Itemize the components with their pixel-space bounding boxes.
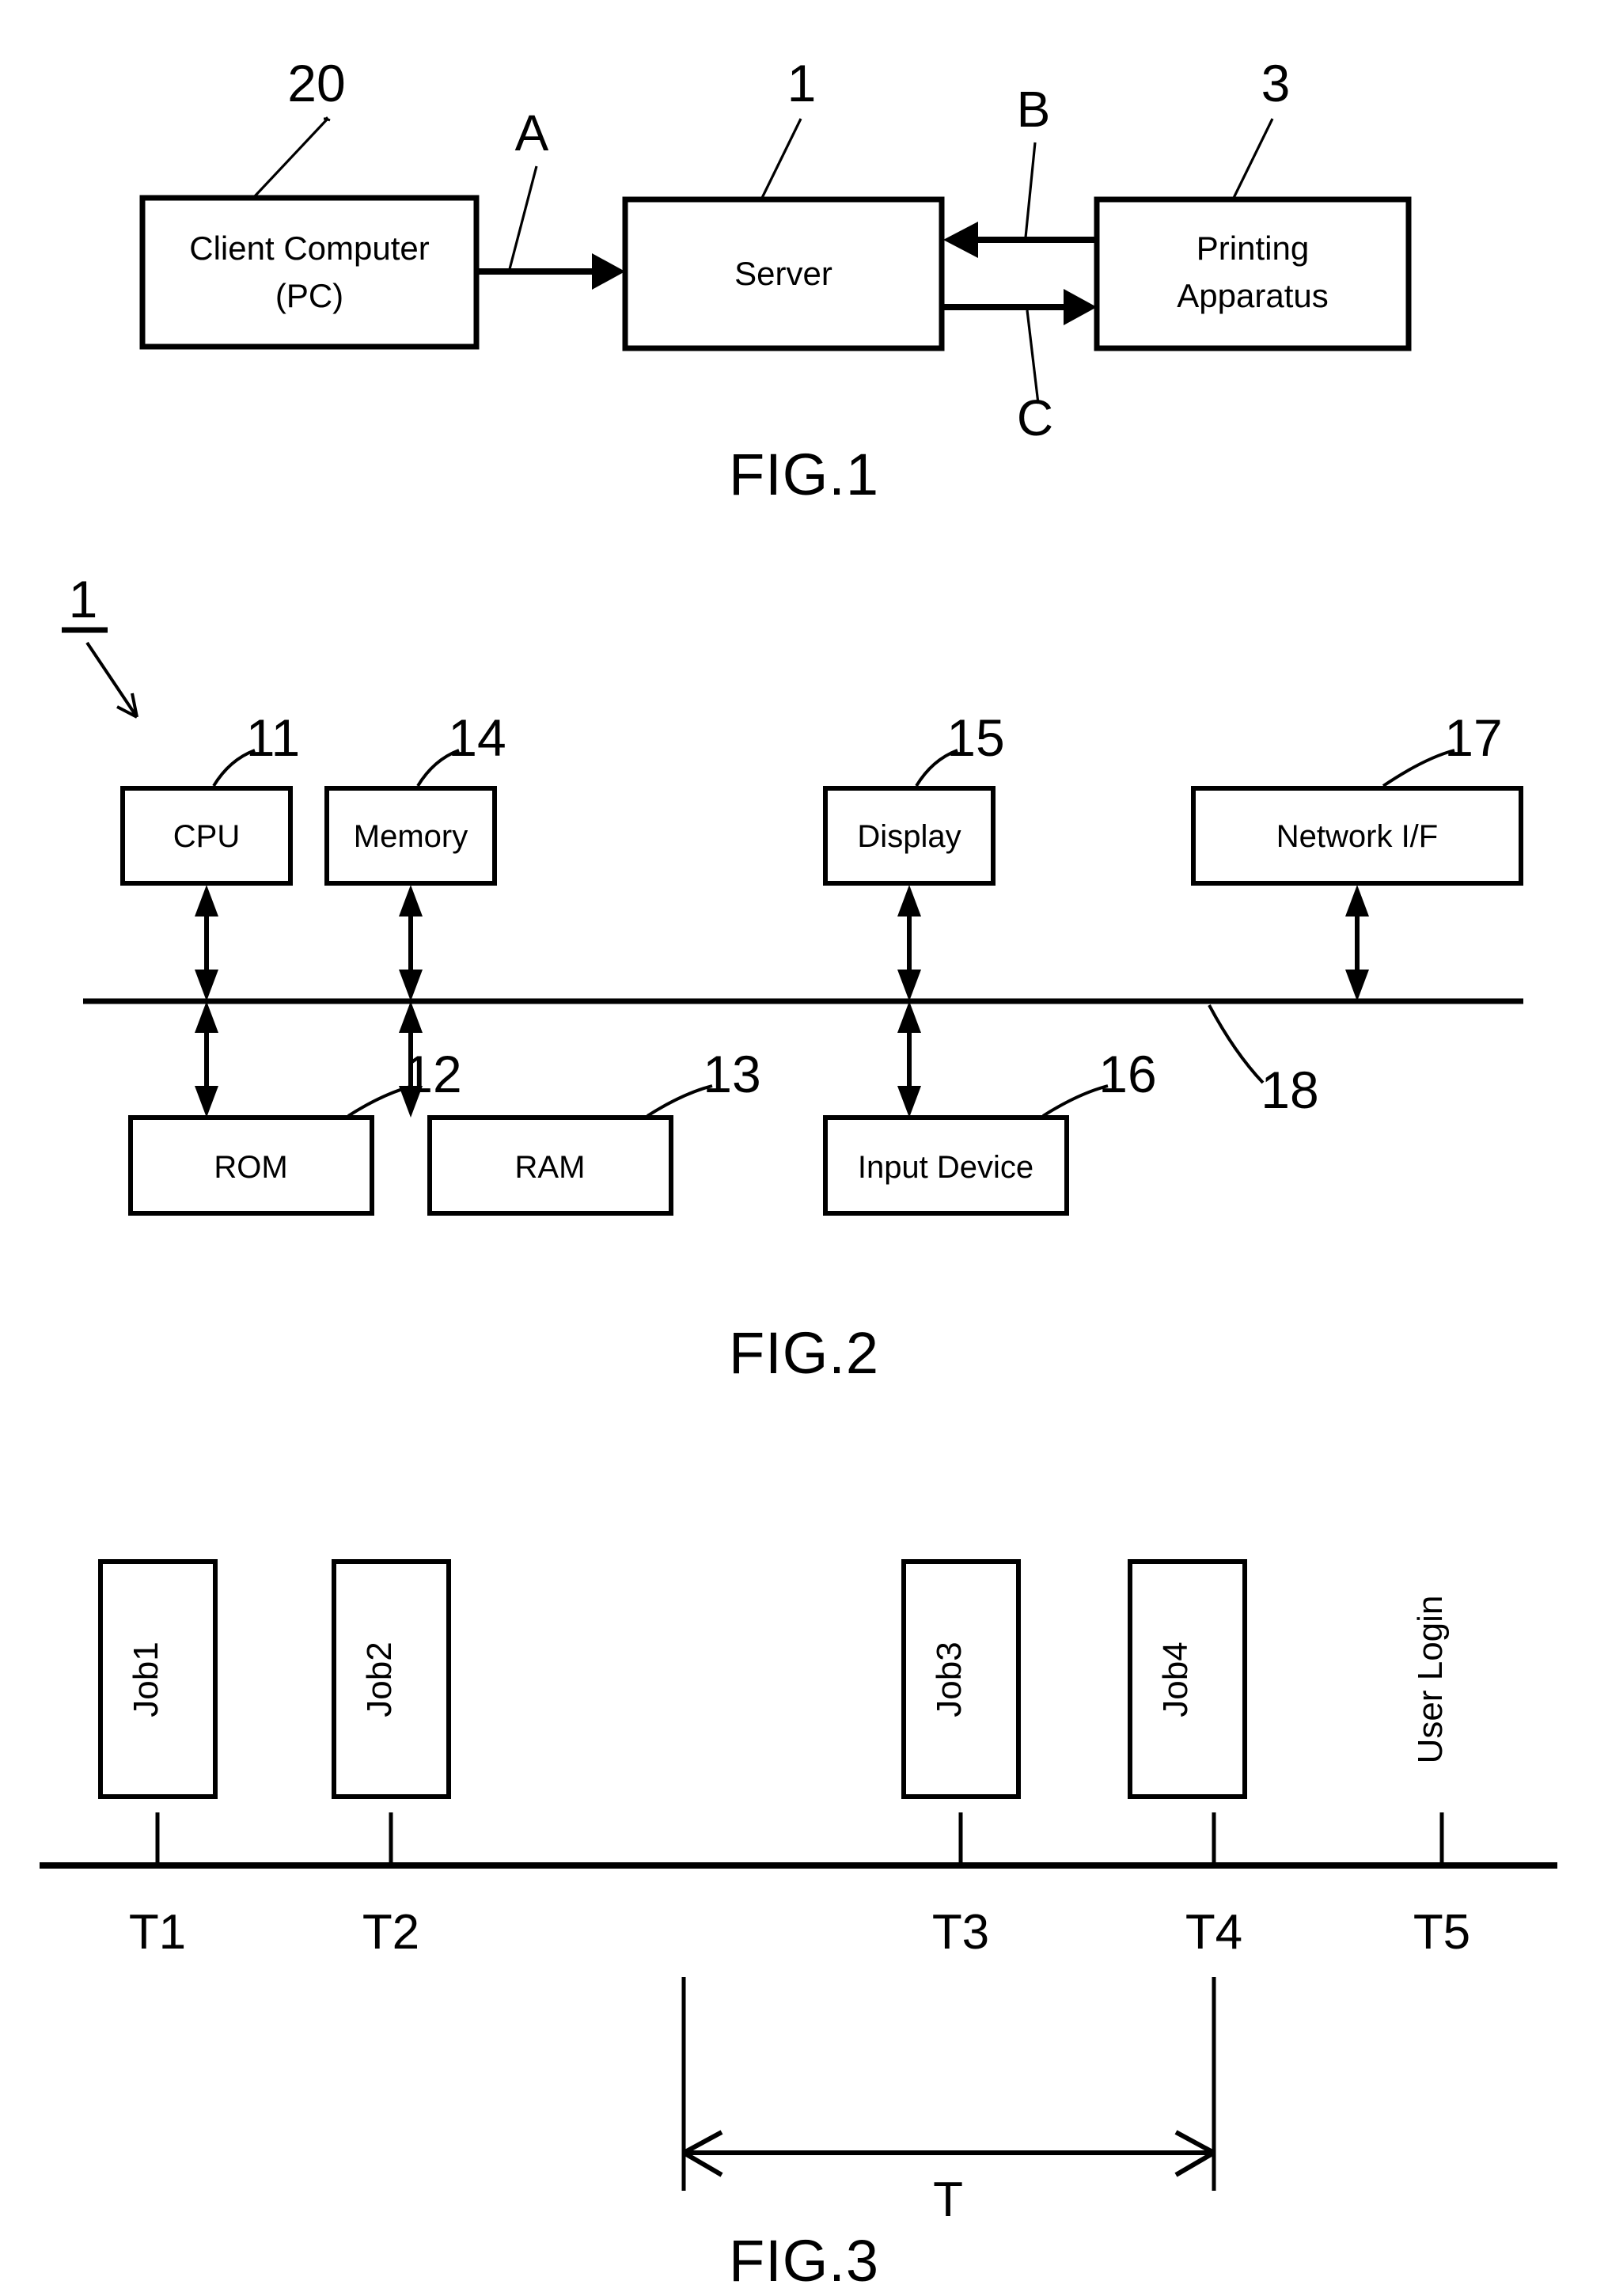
arrow-a-head (592, 253, 625, 290)
figure-1: Client Computer (PC) 20 A Server 1 B C P… (139, 54, 1412, 507)
tick-label-t5: T5 (1413, 1905, 1470, 1960)
ref-letter-b: B (1017, 81, 1051, 138)
job1-label: Job1 (127, 1641, 165, 1717)
server-label: Server (734, 255, 832, 292)
arrow-bus-rom (195, 1001, 218, 1118)
printing-apparatus-box (1094, 196, 1412, 351)
rom-label: ROM (214, 1150, 287, 1185)
ref-number-14: 14 (448, 708, 506, 767)
display-label: Display (857, 819, 961, 854)
job3-label: Job3 (930, 1641, 969, 1717)
ref-number-15: 15 (946, 708, 1004, 767)
arrow-network-bus (1345, 885, 1369, 1001)
fig1-ref-1: 1 (760, 54, 817, 200)
figure-1-caption: FIG.1 (729, 442, 879, 507)
network-if-label: Network I/F (1276, 819, 1438, 854)
job4-label: Job4 (1156, 1641, 1195, 1717)
ref-number-11: 11 (246, 708, 301, 767)
fig2-bottom-row: ROM 12 RAM 13 Input Device 16 (128, 1045, 1157, 1216)
tick-label-t2: T2 (362, 1905, 419, 1960)
ref-number-1: 1 (787, 54, 817, 112)
fig1-connector-b: B (943, 81, 1097, 258)
fig1-connector-a: A (476, 104, 625, 290)
fig3-event-job2: Job2 T2 (332, 1559, 451, 1960)
fig1-connector-c: C (942, 289, 1097, 446)
ref-number-13: 13 (703, 1045, 760, 1103)
ref-number-system-1: 1 (69, 570, 98, 628)
arrow-memory-bus (399, 885, 423, 1001)
fig1-node-server: Server (622, 196, 945, 351)
figure-3-caption: FIG.3 (729, 2228, 879, 2294)
ref-number-12: 12 (404, 1045, 461, 1103)
fig2-system-ref: 1 (62, 570, 138, 719)
fig3-event-job4: Job4 T4 (1128, 1559, 1247, 1960)
fig1-node-client: Client Computer (PC) (139, 195, 480, 350)
fig1-ref-20: 20 (252, 54, 346, 199)
ref-letter-c: C (1017, 389, 1053, 446)
user-login-label: User Login (1411, 1596, 1450, 1764)
memory-label: Memory (354, 819, 468, 854)
client-computer-label-line1: Client Computer (189, 230, 429, 267)
figure-2: 1 CPU 11 Memory 14 Display 15 Network I/… (62, 570, 1523, 1386)
fig3-event-job1: Job1 T1 (98, 1559, 218, 1960)
fig2-top-row: CPU 11 Memory 14 Display 15 Network I/F … (120, 708, 1523, 886)
ref-number-3: 3 (1261, 54, 1291, 112)
tick-label-t3: T3 (932, 1905, 989, 1960)
arrow-bus-input (897, 1001, 921, 1118)
ram-label: RAM (515, 1150, 586, 1185)
fig1-node-printer: Printing Apparatus (1094, 196, 1412, 351)
ref-number-16: 16 (1098, 1045, 1156, 1103)
leader-line-a (508, 165, 538, 270)
fig3-event-job3: Job3 T3 (901, 1559, 1021, 1960)
fig2-ref-18: 18 (1208, 1004, 1319, 1119)
leader-line-18 (1208, 1004, 1265, 1084)
arrow-c-head (1064, 289, 1097, 325)
fig2-upper-arrows (195, 885, 1369, 1001)
ref-number-17: 17 (1444, 708, 1502, 767)
job2-label: Job2 (360, 1641, 399, 1717)
cpu-label: CPU (173, 819, 240, 854)
figure-3: Job1 T1 Job2 T2 Job3 T3 Job4 T4 User Log… (40, 1559, 1557, 2294)
tick-label-t4: T4 (1185, 1905, 1242, 1960)
system-leader-line (85, 641, 138, 719)
interval-label-t: T (933, 2173, 963, 2227)
client-computer-label-line2: (PC) (275, 277, 343, 314)
arrow-display-bus (897, 885, 921, 1001)
client-computer-box (139, 195, 480, 350)
leader-line-3 (1231, 118, 1274, 200)
figure-2-caption: FIG.2 (729, 1320, 879, 1386)
printing-apparatus-label-line2: Apparatus (1177, 277, 1328, 314)
fig3-event-login: User Login T5 (1411, 1596, 1470, 1960)
fig3-interval-t: T (681, 1977, 1216, 2227)
arrow-b-head (943, 222, 978, 258)
tick-label-t1: T1 (129, 1905, 186, 1960)
leader-line-20 (252, 117, 329, 199)
ref-number-20: 20 (287, 54, 345, 112)
ref-letter-a: A (515, 104, 549, 161)
leader-line-1 (760, 118, 802, 200)
ref-number-18: 18 (1261, 1061, 1318, 1119)
arrow-cpu-bus (195, 885, 218, 1001)
leader-line-b (1024, 142, 1037, 238)
printing-apparatus-label-line1: Printing (1197, 230, 1309, 267)
fig1-ref-3: 3 (1231, 54, 1291, 200)
fig2-lower-arrows (195, 1001, 921, 1118)
patent-figure-sheet: Client Computer (PC) 20 A Server 1 B C P… (40, 54, 1557, 2294)
input-device-label: Input Device (858, 1150, 1033, 1185)
